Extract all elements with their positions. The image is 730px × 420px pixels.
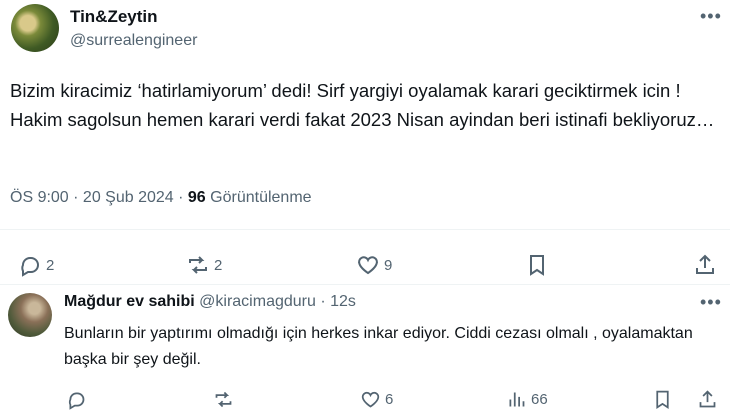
bookmark-icon	[530, 255, 544, 276]
reply-share-button[interactable]	[697, 389, 718, 410]
reply-views-button[interactable]: 66	[506, 389, 548, 410]
tweet-text: Bizim kiracimiz ‘hatirlamiyorum’ dedi! S…	[10, 80, 715, 130]
author-handle[interactable]: @surrealengineer	[70, 32, 197, 50]
reply-views-count: 66	[531, 391, 548, 408]
reply-like-count: 6	[385, 391, 394, 408]
reply-reply-button[interactable]	[66, 389, 87, 410]
like-button[interactable]: 9	[356, 253, 392, 277]
reply-button[interactable]: 2	[18, 253, 54, 277]
repost-icon	[189, 256, 207, 274]
reply-like-button[interactable]: 6	[360, 389, 393, 410]
divider	[0, 229, 730, 230]
share-icon	[696, 254, 714, 274]
reply-icon	[21, 257, 39, 277]
reply-more-icon[interactable]: •••	[700, 292, 722, 313]
reply-author-handle[interactable]: @kiracimagduru · 12s	[199, 293, 356, 310]
reply-bookmark-button[interactable]	[652, 389, 673, 410]
heart-icon	[361, 391, 380, 408]
views-count: 96	[187, 189, 206, 206]
avatar[interactable]	[11, 4, 59, 52]
repost-icon	[215, 391, 232, 408]
analytics-icon	[509, 392, 525, 407]
share-icon	[699, 390, 716, 408]
tweet-meta: ÖS 9:00 · 20 Şub 2024 · 96 Görüntülenme	[10, 189, 312, 207]
reply-icon	[68, 392, 85, 410]
reply-avatar[interactable]	[8, 293, 52, 337]
reply-count: 2	[46, 256, 55, 274]
heart-icon	[358, 256, 378, 275]
reply-author: Mağdur ev sahibi @kiracimagduru · 12s	[64, 293, 356, 311]
more-icon[interactable]: •••	[700, 6, 722, 27]
views-label: Görüntülenme	[210, 189, 312, 206]
author-name[interactable]: Tin&Zeytin	[70, 7, 158, 27]
repost-button[interactable]: 2	[186, 253, 222, 277]
bookmark-button[interactable]	[525, 253, 549, 277]
bookmark-icon	[656, 390, 669, 410]
repost-count: 2	[214, 256, 223, 274]
reply-repost-button[interactable]	[213, 389, 234, 410]
divider	[0, 284, 730, 285]
tweet-time[interactable]: ÖS 9:00 · 20 Şub 2024 ·	[10, 189, 183, 206]
share-button[interactable]	[693, 253, 717, 277]
reply-text: Bunların bir yaptırımı olmadığı için her…	[64, 325, 693, 368]
reply-author-name[interactable]: Mağdur ev sahibi	[64, 293, 195, 310]
like-count: 9	[384, 256, 393, 274]
